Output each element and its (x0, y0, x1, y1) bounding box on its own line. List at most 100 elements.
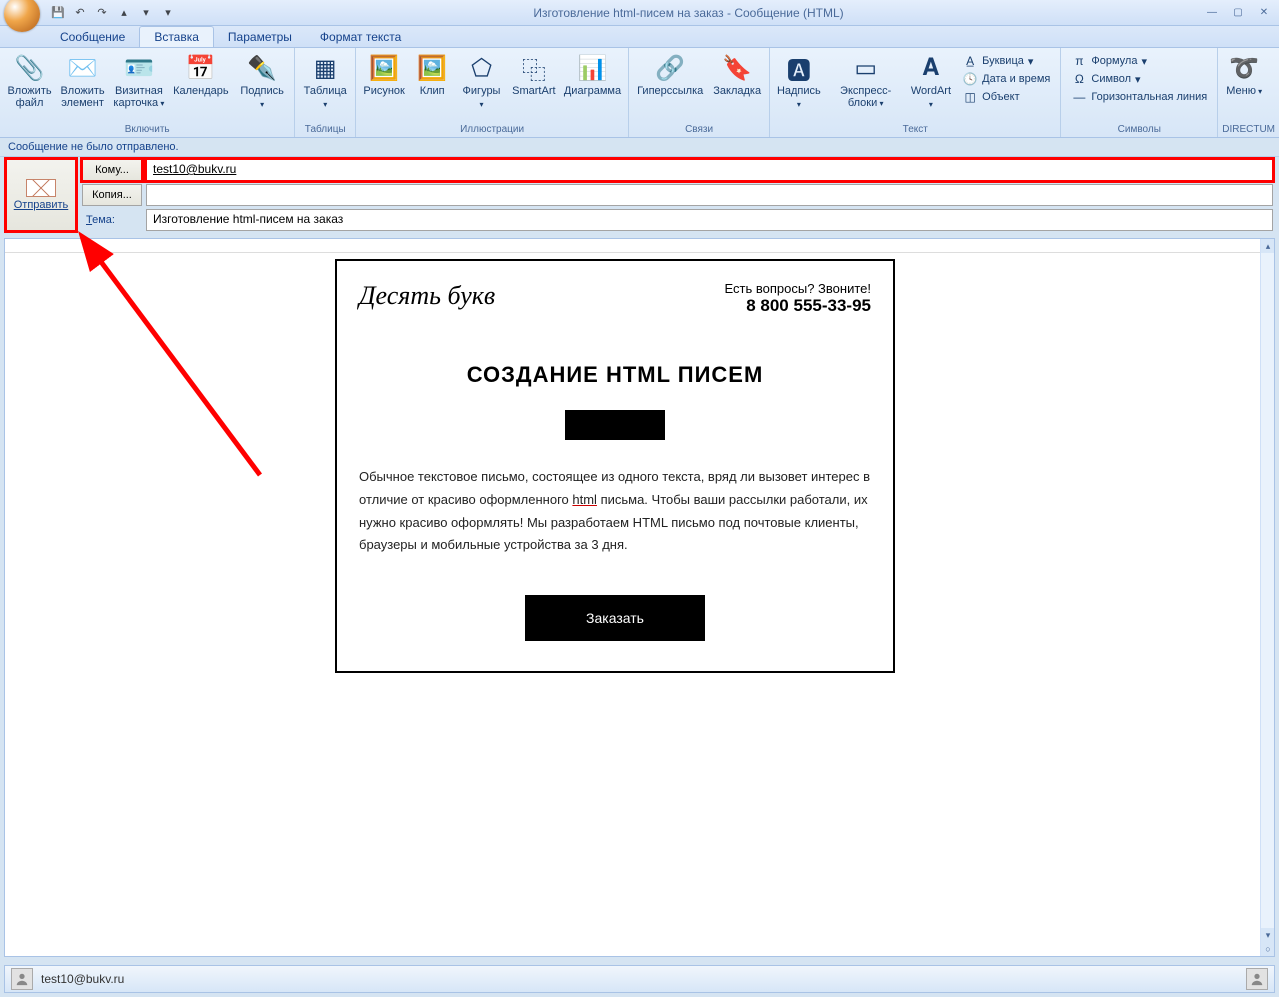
group-label-links: Связи (633, 122, 765, 137)
dropcap-icon: A̲ (962, 53, 978, 69)
directum-icon: ➰ (1228, 52, 1260, 84)
vcard-icon: 🪪 (123, 52, 155, 84)
group-label-text: Текст (774, 122, 1056, 137)
chart-icon: 📊 (576, 52, 608, 84)
compose-header: Отправить Кому... test10@bukv.ru Копия..… (0, 157, 1279, 237)
browse-object-icon[interactable]: ○ (1261, 942, 1275, 956)
dropcap-button[interactable]: A̲Буквица ▾ (958, 52, 1054, 70)
paperclip-icon: 📎 (14, 52, 46, 84)
quickparts-icon: ▭ (850, 52, 882, 84)
subject-label: Тема: (82, 214, 142, 226)
not-sent-notice: Сообщение не было отправлено. (0, 138, 1279, 157)
table-button[interactable]: ▦ Таблица (299, 50, 351, 122)
group-label-include: Включить (4, 122, 290, 137)
status-bar: test10@bukv.ru (4, 965, 1275, 993)
picture-button[interactable]: 🖼️ Рисунок (360, 50, 408, 122)
ribbon-group-text: 🅰 Надпись ▭ Экспресс-блоки 𝐀 WordArt A̲Б… (770, 48, 1061, 137)
cc-button[interactable]: Копия... (82, 184, 142, 206)
save-icon[interactable]: 💾 (50, 5, 66, 21)
formula-icon: π (1071, 53, 1087, 69)
hyperlink-icon: 🔗 (654, 52, 686, 84)
redo-icon[interactable]: ↷ (94, 5, 110, 21)
table-icon: ▦ (309, 52, 341, 84)
object-button[interactable]: ◫Объект (958, 88, 1054, 106)
close-button[interactable]: ✕ (1253, 6, 1275, 20)
next-icon[interactable]: ▾ (138, 5, 154, 21)
avatar-icon-right[interactable] (1246, 968, 1268, 990)
email-image-placeholder (565, 410, 665, 440)
datetime-button[interactable]: 🕓Дата и время (958, 70, 1054, 88)
email-heading: СОЗДАНИЕ HTML ПИСЕМ (359, 362, 871, 388)
shapes-button[interactable]: ⬠ Фигуры (456, 50, 507, 122)
to-button[interactable]: Кому... (82, 159, 142, 181)
hyperlink-button[interactable]: 🔗 Гиперссылка (633, 50, 707, 122)
scroll-up-icon[interactable]: ▴ (1261, 239, 1275, 253)
picture-icon: 🖼️ (368, 52, 400, 84)
tab-options[interactable]: Параметры (214, 27, 306, 47)
group-label-tables: Таблицы (299, 122, 351, 137)
subject-field[interactable]: Изготовление html-писем на заказ (146, 209, 1273, 231)
signature-icon: ✒️ (246, 52, 278, 84)
shapes-icon: ⬠ (466, 52, 498, 84)
email-cta-button[interactable]: Заказать (525, 595, 705, 641)
ribbon-group-illustrations: 🖼️ Рисунок 🖼️ Клип ⬠ Фигуры ⿻ SmartArt 📊… (356, 48, 629, 137)
datetime-icon: 🕓 (962, 71, 978, 87)
avatar-icon[interactable] (11, 968, 33, 990)
textbox-icon: 🅰 (783, 52, 815, 84)
signature-button[interactable]: ✒️ Подпись (234, 50, 291, 122)
send-button[interactable]: Отправить (6, 159, 76, 231)
calendar-button[interactable]: 📅 Календарь (170, 50, 232, 122)
bookmark-button[interactable]: 🔖 Закладка (709, 50, 765, 122)
cc-field[interactable] (146, 184, 1273, 206)
attach-file-button[interactable]: 📎 Вложить файл (4, 50, 55, 122)
hrule-icon: — (1071, 89, 1087, 105)
business-card-button[interactable]: 🪪 Визитная карточка (110, 50, 168, 122)
smartart-button[interactable]: ⿻ SmartArt (509, 50, 559, 122)
send-envelope-icon (26, 179, 56, 197)
ribbon-group-tables: ▦ Таблица Таблицы (295, 48, 356, 137)
wordart-button[interactable]: 𝐀 WordArt (908, 50, 954, 122)
clipart-icon: 🖼️ (416, 52, 448, 84)
maximize-button[interactable]: ▢ (1227, 6, 1249, 20)
symbol-icon: Ω (1071, 71, 1087, 87)
chart-button[interactable]: 📊 Диаграмма (561, 50, 624, 122)
bookmark-icon: 🔖 (721, 52, 753, 84)
wordart-icon: 𝐀 (915, 52, 947, 84)
message-body-editor[interactable]: ▴ ▾ ○ Десять букв Есть вопросы? Звоните!… (4, 238, 1275, 957)
hrule-button[interactable]: —Горизонтальная линия (1067, 88, 1211, 106)
ribbon: 📎 Вложить файл ✉️ Вложить элемент 🪪 Визи… (0, 48, 1279, 138)
vertical-scrollbar[interactable]: ▴ ▾ ○ (1260, 239, 1274, 956)
textbox-button[interactable]: 🅰 Надпись (774, 50, 824, 122)
object-icon: ◫ (962, 89, 978, 105)
group-label-illustrations: Иллюстрации (360, 122, 624, 137)
email-body-text: Обычное текстовое письмо, состоящее из о… (359, 466, 871, 557)
tab-insert[interactable]: Вставка (139, 26, 214, 47)
qat-more-icon[interactable]: ▾ (160, 5, 176, 21)
office-button[interactable] (4, 0, 40, 32)
group-label-directum: DIRECTUM (1222, 122, 1275, 137)
quick-access-toolbar: 💾 ↶ ↷ ▴ ▾ ▾ (50, 5, 176, 21)
clip-button[interactable]: 🖼️ Клип (410, 50, 454, 122)
minimize-button[interactable]: — (1201, 6, 1223, 20)
ribbon-group-directum: ➰ Меню DIRECTUM (1218, 48, 1279, 137)
ribbon-tabs: Сообщение Вставка Параметры Формат текст… (0, 26, 1279, 48)
titlebar: 💾 ↶ ↷ ▴ ▾ ▾ Изготовление html-писем на з… (0, 0, 1279, 26)
to-field[interactable]: test10@bukv.ru (146, 159, 1273, 181)
ruler (5, 239, 1260, 253)
scroll-down-icon[interactable]: ▾ (1261, 928, 1275, 942)
formula-button[interactable]: πФормула ▾ (1067, 52, 1211, 70)
calendar-icon: 📅 (185, 52, 217, 84)
smartart-icon: ⿻ (518, 52, 550, 84)
attach-item-button[interactable]: ✉️ Вложить элемент (57, 50, 108, 122)
undo-icon[interactable]: ↶ (72, 5, 88, 21)
prev-icon[interactable]: ▴ (116, 5, 132, 21)
tab-format[interactable]: Формат текста (306, 27, 415, 47)
symbol-button[interactable]: ΩСимвол ▾ (1067, 70, 1211, 88)
tab-message[interactable]: Сообщение (46, 27, 139, 47)
directum-menu-button[interactable]: ➰ Меню (1222, 50, 1266, 122)
ribbon-group-include: 📎 Вложить файл ✉️ Вложить элемент 🪪 Визи… (0, 48, 295, 137)
status-email: test10@bukv.ru (41, 972, 124, 986)
quickparts-button[interactable]: ▭ Экспресс-блоки (826, 50, 906, 122)
envelope-icon: ✉️ (67, 52, 99, 84)
email-phone: 8 800 555-33-95 (725, 296, 871, 316)
